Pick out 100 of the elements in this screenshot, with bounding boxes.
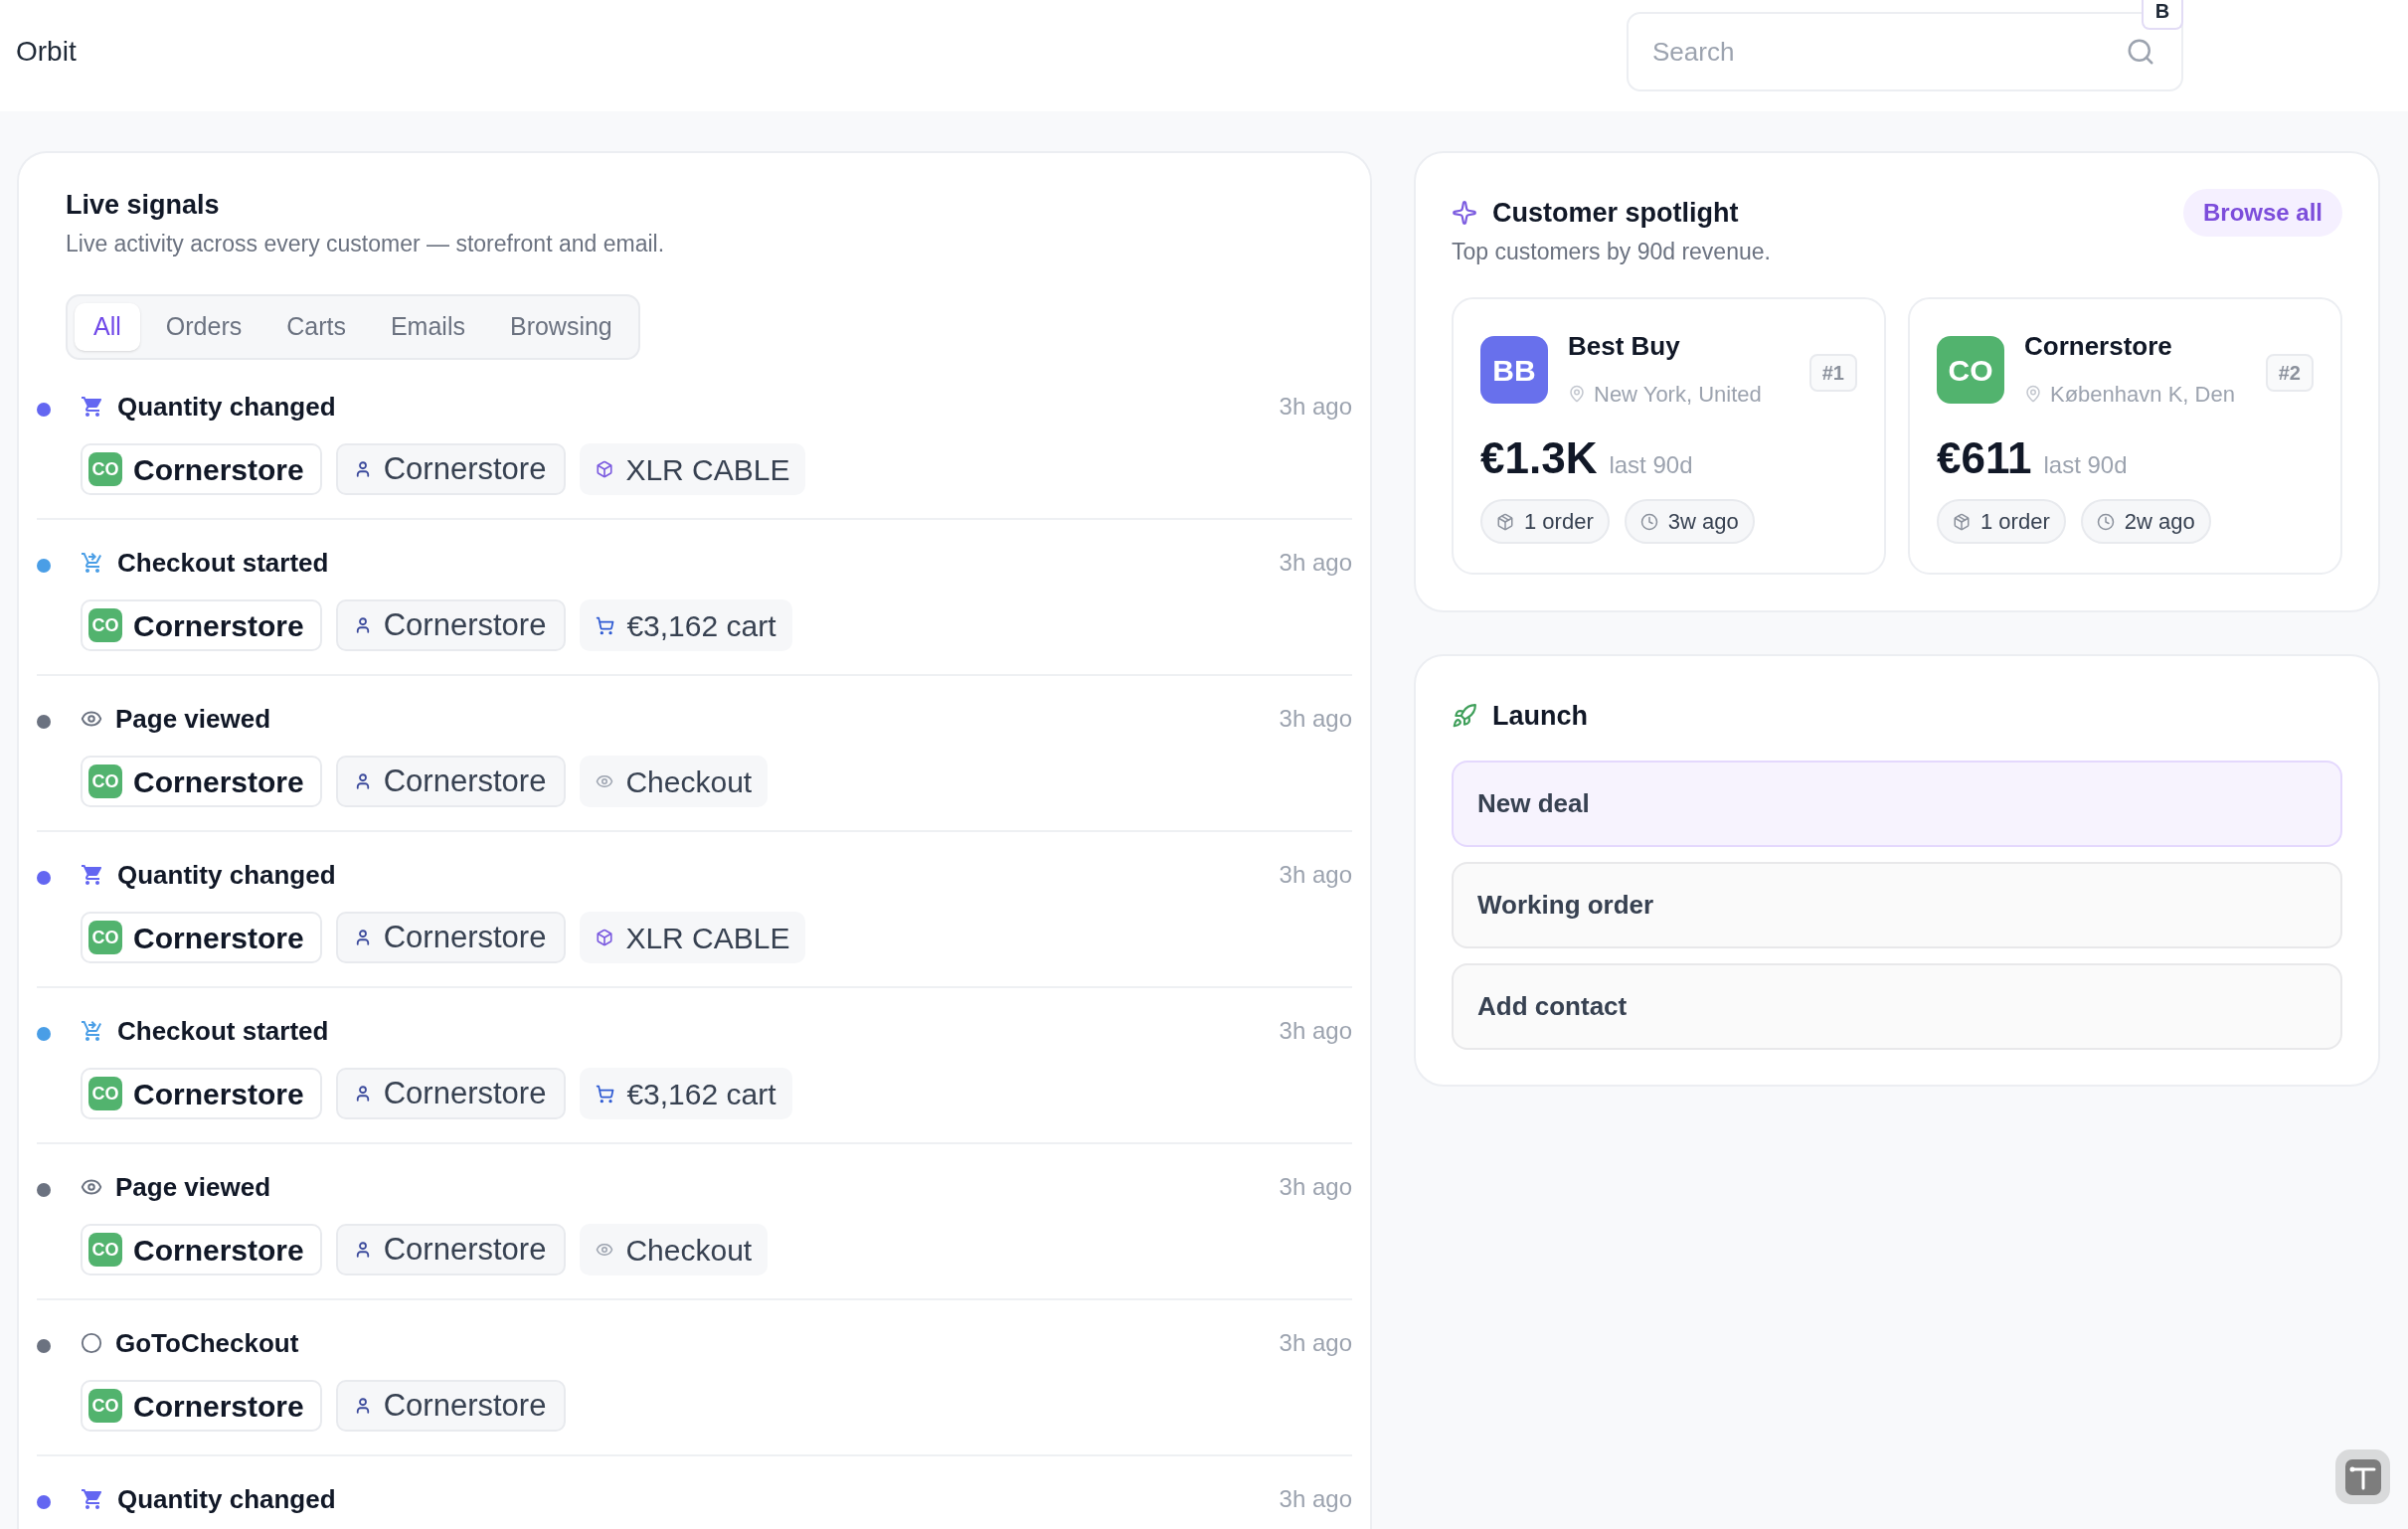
customer-location: New York, United [1594,380,1762,409]
customer-avatar: BB [1480,336,1548,404]
cube-icon [596,929,614,946]
event-title: Checkout started [117,546,329,580]
company-chip[interactable]: CO Cornerstore [81,599,322,651]
company-chip[interactable]: CO Cornerstore [81,912,322,963]
product-chip[interactable]: XLR CABLE [580,443,806,495]
cart-arrow-icon [81,551,104,575]
sparkle-icon [1452,200,1477,226]
contact-chip[interactable]: Cornerstore [335,599,567,651]
last-seen-time: 2w ago [2124,508,2195,536]
event-time: 3h ago [1279,548,1352,578]
contact-chip[interactable]: Cornerstore [335,1224,567,1275]
contact-chip[interactable]: Cornerstore [335,756,567,807]
panel-subtitle: Live activity across every customer — storefront and email. [66,230,665,258]
page-chip[interactable]: Checkout [580,1224,769,1275]
event-title: Page viewed [115,702,271,736]
filter-tab[interactable]: Orders [146,303,261,351]
filter-tab[interactable]: All [75,303,140,351]
event-title: Quantity changed [117,858,336,892]
shortcut-key: B [2142,0,2183,30]
floating-tool-button[interactable] [2335,1449,2390,1504]
filter-tab[interactable]: Emails [371,303,484,351]
panel-title: Live signals [66,189,220,222]
browse-all-button[interactable]: Browse all [2182,189,2342,237]
company-avatar: CO [88,921,122,954]
event-time: 3h ago [1279,860,1352,890]
eye-icon [596,772,614,790]
package-icon [1953,512,1971,531]
cart-icon [81,863,104,887]
circle-icon [81,1332,102,1354]
cube-icon [596,460,614,478]
orders-count: 1 order [1524,508,1594,536]
filter-tab[interactable]: Browsing [490,303,631,351]
revenue-amount: €611 [1937,434,2032,482]
company-avatar: CO [88,1233,122,1267]
cart-total-chip[interactable]: €3,162 cart [580,1068,792,1119]
spotlight-subtitle: Top customers by 90d revenue. [1452,238,1772,266]
product-chip[interactable]: XLR CABLE [580,912,806,963]
rank-label: #2 [2265,354,2314,392]
company-avatar: CO [88,452,122,486]
clock-icon [2096,512,2115,531]
event-time: 3h ago [1279,1016,1352,1046]
customer-avatar: CO [1937,336,2004,404]
contact-chip[interactable]: Cornerstore [335,443,567,495]
revenue-period: last 90d [2043,450,2128,480]
launch-action-button[interactable]: Add contact [1452,963,2342,1050]
company-chip[interactable]: CO Cornerstore [81,1380,322,1432]
event-title: GoToCheckout [115,1326,299,1360]
event-title: Page viewed [115,1170,271,1204]
launch-title: Launch [1492,699,1588,733]
customer-name: Best Buy [1568,330,1680,362]
last-seen-time: 3w ago [1667,508,1739,536]
event-time: 3h ago [1279,1328,1352,1358]
event-title: Quantity changed [117,1482,336,1516]
event-time: 3h ago [1279,392,1352,422]
company-chip[interactable]: CO Cornerstore [81,1068,322,1119]
pin-icon [1568,385,1586,403]
rank-label: #1 [1808,354,1857,392]
company-avatar: CO [88,608,122,642]
cart-total-chip[interactable]: €3,162 cart [580,599,792,651]
customer-card[interactable]: CO Cornerstore København K, Den #2 €611 last 90d 1 order 2w ago [1908,297,2342,575]
filter-tab[interactable]: Carts [267,303,365,351]
event-time: 3h ago [1279,1484,1352,1514]
contact-chip[interactable]: Cornerstore [335,1380,567,1432]
event-title: Quantity changed [117,390,336,424]
company-avatar: CO [88,764,122,798]
customer-name: Cornerstore [2024,330,2172,362]
orders-count: 1 order [1980,508,2050,536]
cart-arrow-icon [81,1019,104,1043]
revenue-amount: €1.3K [1480,434,1598,482]
package-icon [1496,512,1514,531]
eye-icon [596,1241,614,1259]
event-time: 3h ago [1279,704,1352,734]
pin-icon [2024,385,2042,403]
company-chip[interactable]: CO Cornerstore [81,443,322,495]
customer-location: København K, Den [2050,380,2235,409]
cart-icon [81,1487,104,1511]
cart-icon [81,395,104,419]
spotlight-title: Customer spotlight [1492,196,1739,230]
revenue-period: last 90d [1609,450,1693,480]
contact-chip[interactable]: Cornerstore [335,912,567,963]
customer-card[interactable]: BB Best Buy New York, United #1 €1.3K last 90d 1 order 3w ago [1452,297,1886,575]
clock-icon [1639,512,1658,531]
company-chip[interactable]: CO Cornerstore [81,756,322,807]
contact-chip[interactable]: Cornerstore [335,1068,567,1119]
rocket-icon [1452,703,1477,729]
search-icon [2126,37,2155,67]
launch-action-button[interactable]: New deal [1452,761,2342,847]
cart-icon [596,1084,615,1104]
company-avatar: CO [88,1389,122,1423]
app-title: Orbit [16,35,77,69]
page-chip[interactable]: Checkout [580,756,769,807]
company-avatar: CO [88,1077,122,1110]
event-time: 3h ago [1279,1172,1352,1202]
cart-icon [596,615,615,635]
company-chip[interactable]: CO Cornerstore [81,1224,322,1275]
launch-action-button[interactable]: Working order [1452,862,2342,948]
event-title: Checkout started [117,1014,329,1048]
t-shape-icon [2344,1458,2381,1495]
